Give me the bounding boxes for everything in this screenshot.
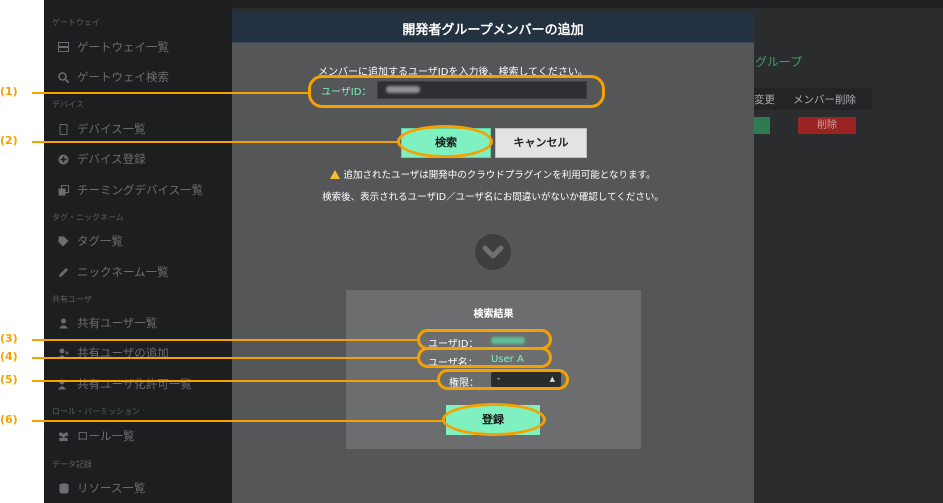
sidebar-item-label: ニックネーム一覧 — [77, 265, 169, 279]
callout-1-highlight — [308, 75, 605, 108]
background-col-change: 変更 — [754, 94, 775, 106]
callout-4-line — [32, 357, 418, 359]
user-icon — [58, 318, 69, 329]
chevron-down-icon — [475, 234, 511, 270]
warning-icon — [330, 170, 341, 179]
sidebar-item-label: ロール一覧 — [77, 429, 135, 443]
modal-header: 開発者グループメンバーの追加 — [232, 12, 754, 43]
sidebar-section-shared-user: 共有ユーザ — [52, 295, 92, 304]
callout-3: (3) — [0, 332, 18, 345]
background-col-member-delete: メンバー削除 — [793, 94, 856, 106]
sidebar-item-label: チーミングデバイス一覧 — [77, 183, 204, 197]
sidebar-item-label: デバイス一覧 — [77, 122, 146, 136]
callout-6: (6) — [0, 413, 18, 426]
background-delete-button[interactable]: 削除 — [798, 117, 856, 134]
sidebar-item-gateway-search[interactable]: ゲートウェイ検索 — [58, 69, 169, 85]
callout-5: (5) — [0, 373, 18, 386]
background-page-title: グループ — [755, 55, 803, 69]
clone-icon — [58, 184, 69, 196]
tag-icon — [58, 236, 69, 247]
sidebar-item-label: 共有ユーザ一覧 — [77, 316, 158, 330]
background-topbar — [232, 0, 943, 8]
modal-title: 開発者グループメンバーの追加 — [402, 23, 584, 38]
sidebar-item-shared-user-permit-list[interactable]: 共有ユーザ化許可一覧 — [58, 376, 192, 392]
callout-5-line — [32, 380, 438, 382]
server-icon — [58, 42, 69, 53]
callout-3-line — [32, 339, 418, 341]
callout-2-line — [32, 141, 398, 143]
pencil-icon — [58, 267, 69, 278]
background-change-button[interactable] — [752, 117, 770, 134]
warning-line-1: 追加されたユーザは開発中のクラウドプラグインを利用可能となります。 — [232, 167, 754, 181]
database-icon — [58, 482, 69, 494]
sidebar-section-role: ロール・パーミッション — [52, 407, 140, 416]
sidebar-item-role-list[interactable]: ロール一覧 — [58, 428, 135, 444]
callout-5-highlight — [437, 369, 569, 390]
warning-text-1: 追加されたユーザは開発中のクラウドプラグインを利用可能となります。 — [343, 170, 656, 181]
callout-1-line — [32, 92, 309, 94]
callout-2: (2) — [0, 134, 18, 147]
callout-2-highlight — [397, 125, 493, 158]
search-result-title: 検索結果 — [473, 309, 514, 320]
sidebar-section-gateway: ゲートウェイ — [52, 18, 100, 27]
sidebar-item-gateway-list[interactable]: ゲートウェイ一覧 — [58, 39, 169, 55]
sidebar-item-label: ゲートウェイ検索 — [77, 70, 169, 84]
callout-4-highlight — [417, 347, 552, 368]
sidebar-item-nickname-list[interactable]: ニックネーム一覧 — [58, 264, 169, 280]
search-icon — [58, 71, 69, 83]
cancel-button[interactable]: キャンセル — [495, 128, 587, 158]
sidebar-item-tag-list[interactable]: タグ一覧 — [58, 233, 123, 249]
sidebar-item-label: デバイス登録 — [77, 152, 146, 166]
sidebar: ゲートウェイ ゲートウェイ一覧 ゲートウェイ検索 デバイス デバイス一覧 デバイ… — [44, 0, 232, 503]
callout-1: (1) — [0, 85, 18, 98]
sidebar-section-tag: タグ・ニックネーム — [52, 213, 124, 222]
sidebar-item-label: リソース一覧 — [77, 481, 146, 495]
sidebar-item-device-register[interactable]: デバイス登録 — [58, 151, 146, 167]
sidebar-item-shared-user-list[interactable]: 共有ユーザ一覧 — [58, 315, 157, 331]
device-icon — [58, 123, 69, 135]
sidebar-section-data: データ記録 — [52, 460, 92, 469]
sidebar-item-resource-list[interactable]: リソース一覧 — [58, 480, 145, 496]
callout-6-highlight — [442, 403, 546, 436]
sidebar-item-label: ゲートウェイ一覧 — [77, 40, 169, 54]
callout-4: (4) — [0, 350, 18, 363]
sidebar-item-device-list[interactable]: デバイス一覧 — [58, 121, 146, 137]
sidebar-item-label: タグ一覧 — [77, 234, 123, 248]
callout-6-line — [32, 420, 443, 422]
sidebar-item-label: 共有ユーザ化許可一覧 — [77, 377, 192, 391]
users-icon — [58, 431, 69, 442]
screenshot: ゲートウェイ ゲートウェイ一覧 ゲートウェイ検索 デバイス デバイス一覧 デバイ… — [0, 0, 943, 503]
plus-circle-icon — [58, 154, 69, 165]
sidebar-section-device: デバイス — [52, 100, 84, 109]
warning-line-2: 検索後、表示されるユーザID／ユーザ名にお間違いがないか確認してください。 — [322, 192, 664, 203]
sidebar-item-teaming-device-list[interactable]: チーミングデバイス一覧 — [58, 182, 203, 198]
